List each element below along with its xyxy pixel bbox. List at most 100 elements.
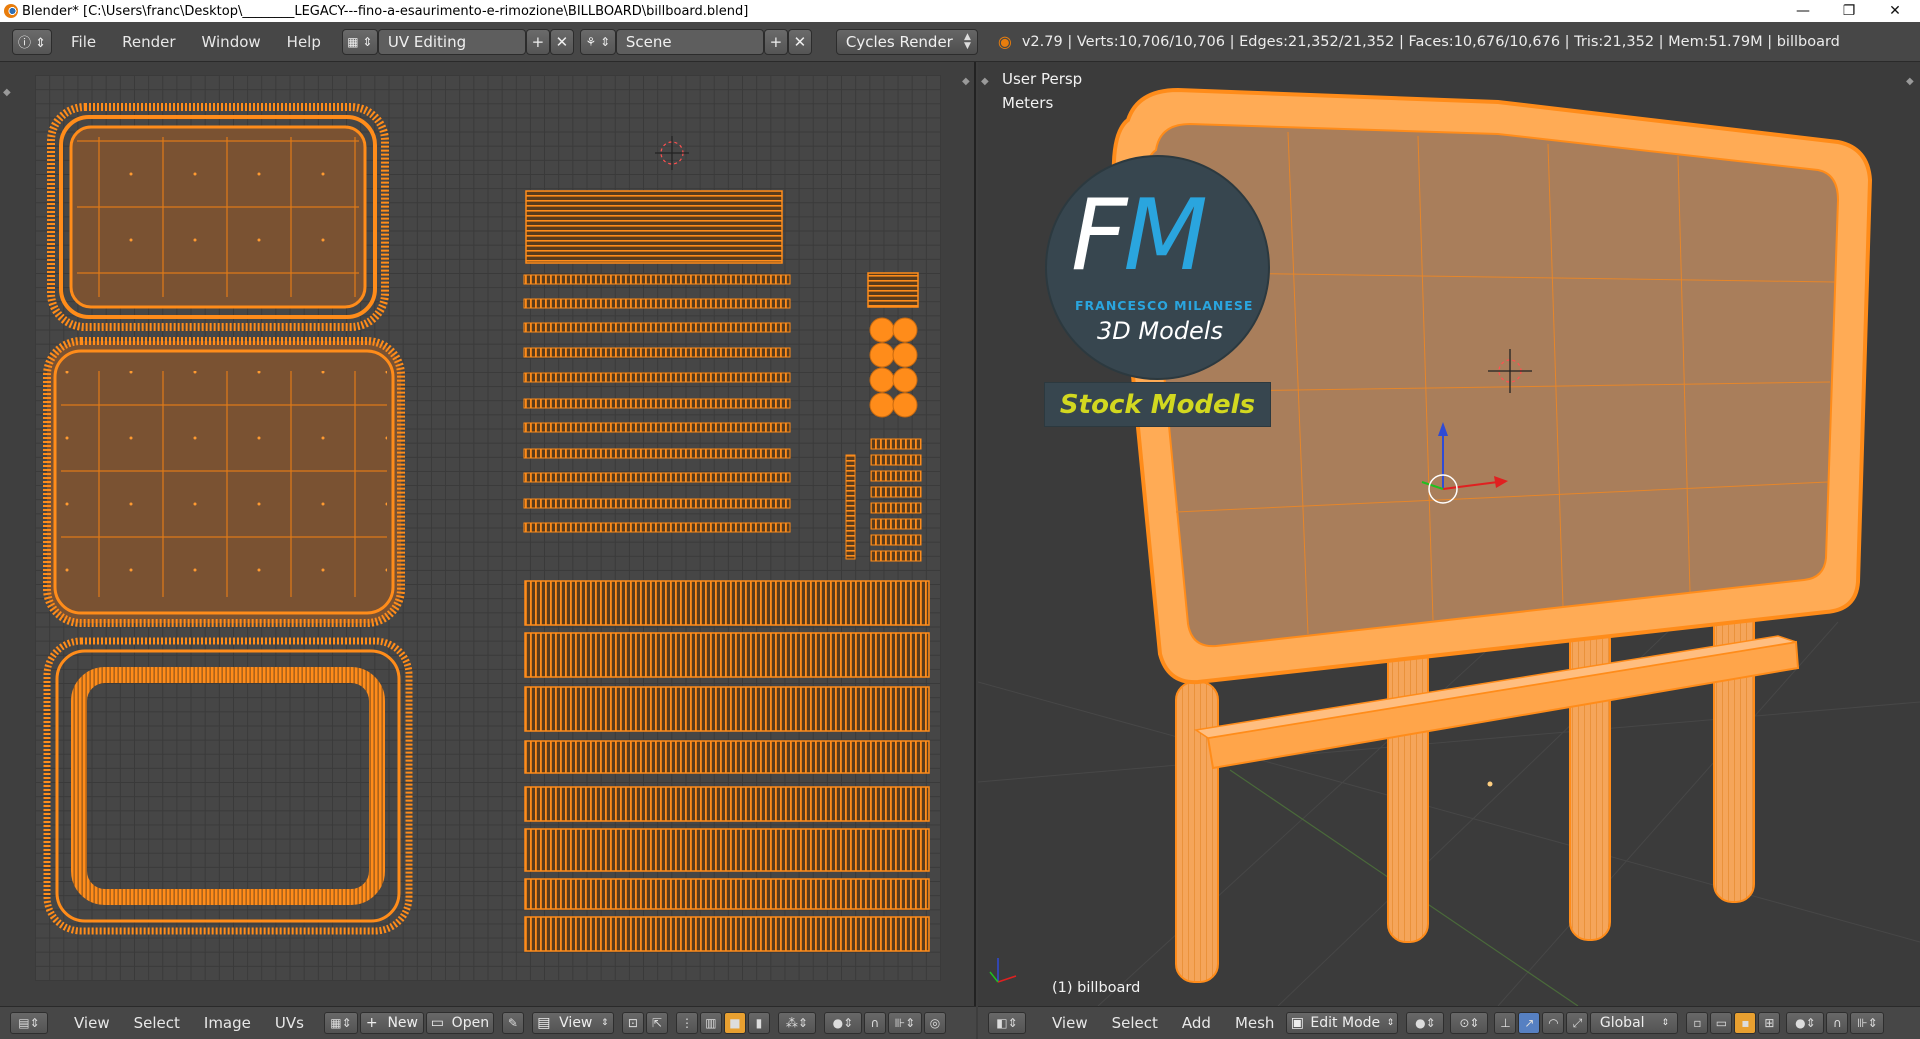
uv-canvas[interactable] [35, 75, 941, 981]
image-icon: ▦⇕ [330, 1016, 352, 1030]
3d-view-header: ◧⇕ View Select Add Mesh ▣ Edit Mode ⇕ ●⇕ ⊙… [978, 1006, 1920, 1039]
uv-island-top-strips [525, 190, 783, 264]
3d-menu-select[interactable]: Select [1100, 1014, 1170, 1032]
floor-grid [978, 621, 1920, 1006]
origin-dot [1487, 781, 1493, 787]
logo-letter-m: M [1123, 179, 1208, 293]
menu-render[interactable]: Render [109, 33, 188, 51]
3d-menu-mesh[interactable]: Mesh [1223, 1014, 1287, 1032]
select-island-button[interactable]: ▮ [747, 1012, 770, 1034]
x-icon: ✕ [793, 32, 807, 51]
editor-type-info-button[interactable]: ⓘ ⇕ [12, 28, 52, 55]
blender-logo-icon [4, 4, 18, 18]
select-edge-mode-button[interactable]: ▭ [1710, 1012, 1733, 1034]
add-scene-button[interactable]: + [763, 28, 788, 55]
uv-2d-cursor-icon[interactable] [655, 136, 689, 170]
select-vertex-button[interactable]: ⋮ [675, 1012, 698, 1034]
window-title-bar: Blender* [C:\Users\franc\Desktop\_______… [0, 0, 1920, 22]
uv-menu-select[interactable]: Select [122, 1014, 192, 1032]
new-image-label: New [387, 1015, 418, 1031]
minimize-button[interactable]: — [1780, 0, 1826, 22]
scene-statistics: v2.79 | Verts:10,706/10,706 | Edges:21,3… [1021, 33, 1840, 50]
solid-shading-icon: ●⇕ [1415, 1016, 1436, 1030]
uv-local-view-button[interactable]: ◎ [923, 1012, 946, 1034]
uv-editor-header: ▤⇕ View Select Image UVs ▦⇕ + New ▭ Open ✎… [0, 1006, 976, 1039]
view-axes-icon [989, 958, 1017, 983]
island-select-icon: ▮ [755, 1016, 763, 1030]
render-engine-dropdown[interactable]: Cycles Render ▲ ▼ [835, 28, 978, 55]
image-browse-button[interactable]: ▦⇕ [323, 1012, 358, 1034]
3d-menu-add[interactable]: Add [1170, 1014, 1223, 1032]
uv-menu-image[interactable]: Image [192, 1014, 263, 1032]
translate-manipulator-button[interactable]: ↗ [1518, 1012, 1541, 1034]
plus-icon: + [531, 32, 545, 51]
stock-models-banner: Stock Models [1044, 382, 1271, 427]
screen-layout-field[interactable]: UV Editing [377, 28, 526, 55]
edge-select-icon: ▥ [705, 1016, 717, 1030]
add-layout-button[interactable]: + [525, 28, 550, 55]
new-image-button[interactable]: + New [359, 1012, 424, 1034]
properties-toggle-icon[interactable]: ◆ [962, 76, 970, 87]
select-face-button[interactable]: ■ [723, 1012, 746, 1034]
uv-island-leg-caps [869, 317, 918, 418]
rotate-manipulator-button[interactable]: ◠ [1542, 1012, 1565, 1034]
sticky-selection-dropdown[interactable]: ⁂⇕ [777, 1012, 816, 1034]
open-image-button[interactable]: ▭ Open [425, 1012, 494, 1034]
eye-icon: ◎ [929, 1016, 941, 1030]
rotate-icon: ◠ [1548, 1016, 1559, 1030]
menu-help[interactable]: Help [274, 33, 334, 51]
scale-manipulator-button[interactable]: ⤢ [1566, 1012, 1589, 1034]
image-editor-icon: ▤⇕ [18, 1016, 40, 1030]
blender-logo-icon: ◉ [997, 32, 1012, 51]
select-vertex-mode-button[interactable]: ▫ [1686, 1012, 1709, 1034]
manipulator-toggle-button[interactable]: ⊥ [1494, 1012, 1517, 1034]
snap-toggle-button[interactable]: ∩ [863, 1012, 886, 1034]
snap-element-dropdown[interactable]: ⊪⇕ [887, 1012, 922, 1034]
scene-browse-button[interactable]: ⚘ ⇕ [579, 28, 616, 55]
editor-type-button[interactable]: ▤⇕ [10, 1012, 48, 1034]
snap-element-dropdown[interactable]: ⊪⇕ [1850, 1012, 1885, 1034]
uv-image-editor[interactable]: ◆ ◆ [0, 62, 976, 1006]
interaction-mode-label: Edit Mode [1310, 1015, 1381, 1031]
pin-image-button[interactable]: ✎ [501, 1012, 524, 1034]
dropdown-arrows-icon: ⇕ [1386, 1018, 1395, 1028]
sync-selection-button[interactable]: ⇱ [645, 1012, 668, 1034]
select-face-mode-button[interactable]: ▪ [1734, 1012, 1757, 1034]
proportional-edit-dropdown[interactable]: ●⇕ [1786, 1012, 1825, 1034]
menu-file[interactable]: File [58, 33, 109, 51]
pivot-icon: ⊡ [627, 1016, 638, 1030]
logo-letter-f: F [1071, 179, 1127, 293]
pivot-button[interactable]: ⊡ [621, 1012, 644, 1034]
select-edge-button[interactable]: ▥ [699, 1012, 722, 1034]
proportional-edit-dropdown[interactable]: ●⇕ [823, 1012, 862, 1034]
uv-menu-view[interactable]: View [62, 1014, 122, 1032]
editor-type-button[interactable]: ◧⇕ [988, 1012, 1026, 1034]
dropdown-arrows-icon: ⇕ [601, 1018, 609, 1028]
pivot-icon: ⊙⇕ [1459, 1016, 1480, 1030]
brand-logo: FM FRANCESCO MILANESE 3D Models [1045, 155, 1270, 380]
close-button[interactable]: ✕ [1872, 0, 1918, 22]
uv-menu-uvs[interactable]: UVs [263, 1014, 316, 1032]
toolshelf-toggle-icon[interactable]: ◆ [3, 87, 11, 98]
snap-toggle-button[interactable]: ∩ [1826, 1012, 1849, 1034]
scene-field[interactable]: Scene [615, 28, 764, 55]
uv-view-mode-dropdown[interactable]: ▤ View ⇕ [531, 1012, 614, 1034]
3d-menu-view[interactable]: View [1040, 1014, 1100, 1032]
pivot-point-dropdown[interactable]: ⊙⇕ [1450, 1012, 1489, 1034]
uv-island-thin-strip [845, 454, 856, 560]
info-icon: ⓘ ⇕ [17, 36, 47, 51]
orientation-label: Global [1599, 1015, 1645, 1031]
restore-button[interactable]: ❐ [1826, 0, 1872, 22]
x-icon: ✕ [555, 32, 569, 51]
screen-layout-browse-button[interactable]: ▦ ⇕ [341, 28, 378, 55]
magnet-icon: ∩ [870, 1016, 880, 1030]
transform-orientation-dropdown[interactable]: Global ⇕ [1590, 1012, 1679, 1034]
menu-window[interactable]: Window [189, 33, 274, 51]
limit-selection-button[interactable]: ⊞ [1758, 1012, 1781, 1034]
3d-viewport[interactable]: ◆ ◆ User Persp Meters FM FRANCESCO MILAN… [978, 62, 1920, 1006]
delete-layout-button[interactable]: ✕ [549, 28, 574, 55]
interaction-mode-dropdown[interactable]: ▣ Edit Mode ⇕ [1286, 1012, 1399, 1034]
viewport-shading-dropdown[interactable]: ●⇕ [1406, 1012, 1445, 1034]
delete-scene-button[interactable]: ✕ [787, 28, 812, 55]
plus-icon: + [365, 1015, 378, 1031]
